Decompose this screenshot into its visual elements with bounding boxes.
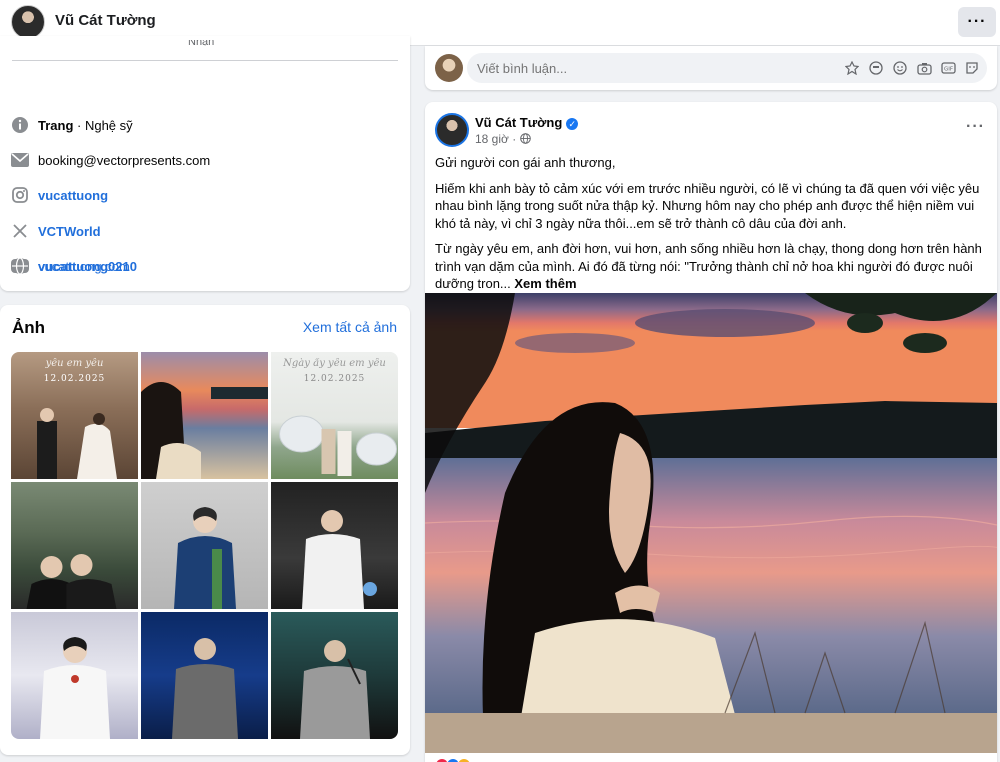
post-greeting: Gửi người con gái anh thương, xyxy=(435,155,616,170)
website-link[interactable]: vucattuong.com xyxy=(38,259,130,274)
gif-icon[interactable]: GIF xyxy=(939,59,957,77)
emoji-icon[interactable] xyxy=(891,59,909,77)
post-text: Gửi người con gái anh thương, Hiếm khi a… xyxy=(435,154,991,301)
photo-thumbnail[interactable] xyxy=(271,482,398,609)
photo-date-text: 12.02.2025 xyxy=(303,374,366,384)
category-name: · Nghệ sỹ xyxy=(73,117,133,133)
intro-email: booking@vectorpresents.com xyxy=(11,149,210,171)
post-author-name[interactable]: Vũ Cát Tường ✓ xyxy=(475,115,579,130)
page-avatar[interactable] xyxy=(11,5,45,39)
post-card: Vũ Cát Tường ✓ 18 giờ · ··· Gửi người con… xyxy=(425,102,997,762)
intro-x: VCTWorld xyxy=(11,220,101,242)
photos-grid: yêu em yêu 12.02.2025 Ngày ấy yêu em yêu… xyxy=(11,352,398,739)
photo-thumbnail[interactable]: Ngày ấy yêu em yêu 12.02.2025 xyxy=(271,352,398,479)
category-prefix: Trang xyxy=(38,117,74,133)
post-photo[interactable] xyxy=(425,293,997,753)
sticker-smile-icon[interactable] xyxy=(963,59,981,77)
camera-icon[interactable] xyxy=(915,59,933,77)
instagram-link[interactable]: vucattuong xyxy=(38,188,108,203)
email-icon xyxy=(11,151,29,169)
comment-tools: GIF xyxy=(843,59,981,77)
intro-card: Nhận Trang · Nghệ sỹ booking@vectorprese… xyxy=(0,36,410,291)
see-all-photos-link[interactable]: Xem tất cả ảnh xyxy=(303,319,397,335)
author-name-text: Vũ Cát Tường xyxy=(475,115,563,130)
photo-thumbnail[interactable] xyxy=(271,612,398,739)
globe-icon xyxy=(519,132,531,146)
photo-thumbnail[interactable] xyxy=(141,352,268,479)
intro-category: Trang · Nghệ sỹ xyxy=(11,114,133,136)
intro-instagram: vucattuong xyxy=(11,184,108,206)
photo-thumbnail[interactable] xyxy=(11,482,138,609)
dot-separator: · xyxy=(512,132,520,146)
cut-off-text: Nhận xyxy=(188,40,215,46)
reaction-icons[interactable] xyxy=(435,758,471,762)
care-reaction-icon xyxy=(457,758,471,762)
intro-website-row: vucattuong.com xyxy=(11,255,130,277)
x-link[interactable]: VCTWorld xyxy=(38,224,101,239)
see-more-link[interactable]: Xem thêm xyxy=(514,276,576,291)
divider xyxy=(12,60,398,61)
post-meta: 18 giờ · xyxy=(475,132,531,146)
photo-thumbnail[interactable] xyxy=(11,612,138,739)
photo-date-text: 12.02.2025 xyxy=(43,374,106,384)
photo-thumbnail[interactable]: yêu em yêu 12.02.2025 xyxy=(11,352,138,479)
photo-thumbnail[interactable] xyxy=(141,482,268,609)
post-paragraph-1: Hiếm khi anh bày tỏ cảm xúc với em trước… xyxy=(435,180,980,231)
user-avatar[interactable] xyxy=(435,54,463,82)
comment-composer: GIF xyxy=(425,46,997,90)
svg-text:GIF: GIF xyxy=(943,67,952,73)
email-text[interactable]: booking@vectorpresents.com xyxy=(38,153,210,168)
post-author-avatar[interactable] xyxy=(435,113,469,147)
x-logo-icon xyxy=(11,222,29,240)
instagram-icon xyxy=(11,186,29,204)
info-icon xyxy=(11,116,29,134)
avatar-sticker-icon[interactable] xyxy=(867,59,885,77)
photos-title: Ảnh xyxy=(12,318,46,337)
verified-badge-icon: ✓ xyxy=(566,118,579,130)
page-title[interactable]: Vũ Cát Tường xyxy=(55,12,156,29)
more-options-button[interactable]: ··· xyxy=(958,7,996,37)
more-horizontal-icon: ··· xyxy=(967,13,987,30)
globe-icon xyxy=(11,257,29,275)
post-more-button[interactable]: ··· xyxy=(966,118,985,136)
post-paragraph-2: Từ ngày yêu em, anh đời hơn, vui hơn, an… xyxy=(435,240,991,293)
photo-script-text: Ngày ấy yêu em yêu xyxy=(283,358,386,369)
sticker-icon[interactable] xyxy=(843,59,861,77)
photo-script-text: yêu em yêu xyxy=(45,358,104,369)
photos-card: Ảnh Xem tất cả ảnh yêu em yêu 12.02.2025… xyxy=(0,305,410,755)
post-time[interactable]: 18 giờ xyxy=(475,132,509,146)
photo-thumbnail[interactable] xyxy=(141,612,268,739)
